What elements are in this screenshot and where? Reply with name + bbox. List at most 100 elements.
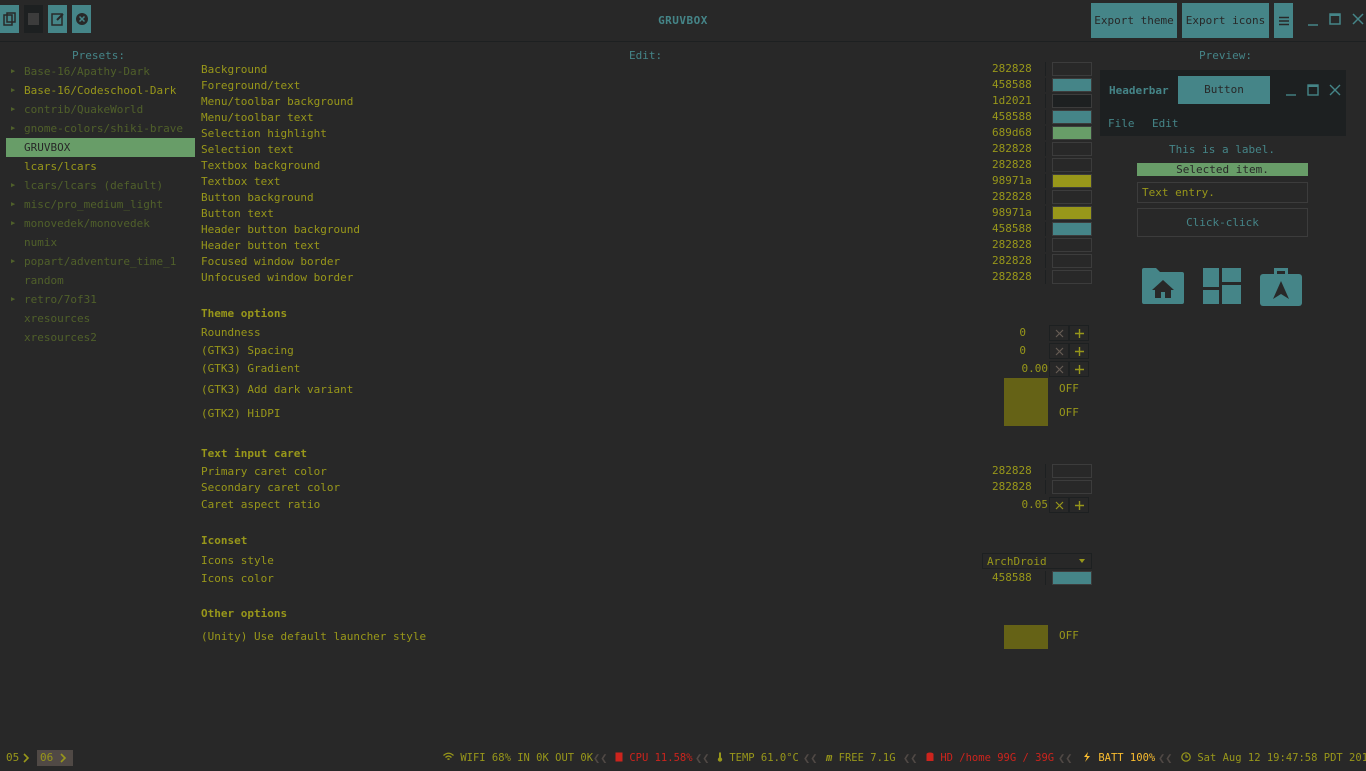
preview-selected-item[interactable]: Selected item.	[1137, 163, 1308, 176]
color-swatch-button[interactable]	[1052, 126, 1092, 140]
decrease-button[interactable]	[1049, 325, 1069, 341]
color-hex-field[interactable]: 458588	[989, 110, 1046, 124]
database-icon	[926, 752, 934, 761]
preset-item[interactable]: ▶ gnome-colors/shiki-brave	[6, 119, 195, 138]
color-hex-field[interactable]: 458588	[989, 78, 1046, 92]
color-hex-field[interactable]: 282828	[989, 254, 1046, 268]
preset-item[interactable]: ▶ retro/7of31	[6, 290, 195, 309]
export-theme-button[interactable]: Export theme	[1091, 3, 1177, 38]
expand-arrow-icon[interactable]: ▶	[11, 176, 15, 195]
color-swatch-button[interactable]	[1052, 270, 1092, 284]
color-hex-field[interactable]: 98971a	[989, 174, 1046, 188]
expand-arrow-icon[interactable]: ▶	[11, 119, 15, 138]
color-swatch-button[interactable]	[1052, 110, 1092, 124]
minimize-button[interactable]	[1307, 12, 1319, 29]
color-swatch-button[interactable]	[1052, 158, 1092, 172]
color-swatch-button[interactable]	[1052, 222, 1092, 236]
preview-minimize-icon[interactable]	[1285, 84, 1297, 99]
primary-caret-hex[interactable]: 282828	[989, 464, 1046, 478]
color-hex-field[interactable]: 282828	[989, 158, 1046, 172]
color-hex-field[interactable]: 1d2021	[989, 94, 1046, 108]
preview-menu-file[interactable]: File	[1108, 117, 1135, 130]
decrease-button[interactable]	[1049, 497, 1069, 513]
icons-color-hex[interactable]: 458588	[989, 571, 1046, 585]
preset-item[interactable]: ▶ Base-16/Codeschool-Dark	[6, 81, 195, 100]
rename-button[interactable]	[48, 5, 67, 33]
preset-item[interactable]: ▶ misc/pro_medium_light	[6, 195, 195, 214]
export-icons-button[interactable]: Export icons	[1182, 3, 1269, 38]
color-hex-field[interactable]: 282828	[989, 190, 1046, 204]
launcher-row: (Unity) Use default launcher style OFF	[201, 629, 1092, 645]
preview-click-button[interactable]: Click-click	[1137, 208, 1308, 237]
close-button[interactable]	[1352, 12, 1364, 29]
preset-item[interactable]: random	[6, 271, 195, 290]
color-swatch-button[interactable]	[1052, 62, 1092, 76]
increase-button[interactable]	[1069, 343, 1089, 359]
color-swatch-button[interactable]	[1052, 238, 1092, 252]
color-hex-field[interactable]: 458588	[989, 222, 1046, 236]
color-row: Button background 282828	[201, 190, 1092, 206]
increase-button[interactable]	[1069, 497, 1089, 513]
preview-maximize-icon[interactable]	[1307, 84, 1319, 99]
expand-arrow-icon[interactable]: ▶	[11, 195, 15, 214]
preview-text-entry[interactable]: Text entry.	[1137, 182, 1308, 203]
preset-item[interactable]: xresources	[6, 309, 195, 328]
preset-item[interactable]: ▶ popart/adventure_time_1	[6, 252, 195, 271]
color-hex-field[interactable]: 282828	[989, 238, 1046, 252]
icons-color-swatch[interactable]	[1052, 571, 1092, 585]
color-row: Textbox background 282828	[201, 158, 1092, 174]
preset-item[interactable]: GRUVBOX	[6, 138, 195, 157]
preset-item[interactable]: ▶ contrib/QuakeWorld	[6, 100, 195, 119]
plus-icon	[1074, 328, 1084, 338]
preset-item[interactable]: numix	[6, 233, 195, 252]
preset-item[interactable]: ▶ Base-16/Apathy-Dark	[6, 62, 195, 81]
gradient-value[interactable]: 0.00	[1022, 362, 1049, 375]
maximize-button[interactable]	[1329, 12, 1341, 29]
color-swatch-button[interactable]	[1052, 94, 1092, 108]
caret-ratio-value[interactable]: 0.05	[1022, 498, 1049, 511]
expand-arrow-icon[interactable]: ▶	[11, 290, 15, 309]
workspace-06[interactable]: 06	[37, 750, 73, 766]
expand-arrow-icon[interactable]: ▶	[11, 252, 15, 271]
preview-header-button[interactable]: Button	[1178, 76, 1270, 104]
launcher-toggle[interactable]: OFF	[1059, 629, 1079, 642]
preview-menu-edit[interactable]: Edit	[1152, 117, 1179, 130]
menu-button[interactable]	[1274, 3, 1293, 38]
expand-arrow-icon[interactable]: ▶	[11, 100, 15, 119]
remove-button[interactable]	[72, 5, 91, 33]
roundness-value[interactable]: 0	[1019, 326, 1026, 339]
preset-item[interactable]: lcars/lcars	[6, 157, 195, 176]
color-swatch-button[interactable]	[1052, 206, 1092, 220]
preset-item[interactable]: ▶ lcars/lcars (default)	[6, 176, 195, 195]
expand-arrow-icon[interactable]: ▶	[11, 62, 15, 81]
color-hex-field[interactable]: 282828	[989, 142, 1046, 156]
color-swatch-button[interactable]	[1052, 142, 1092, 156]
decrease-button[interactable]	[1049, 343, 1069, 359]
copy-button[interactable]	[0, 5, 19, 33]
spacing-value[interactable]: 0	[1019, 344, 1026, 357]
increase-button[interactable]	[1069, 361, 1089, 377]
color-swatch-button[interactable]	[1052, 254, 1092, 268]
color-swatch-button[interactable]	[1052, 174, 1092, 188]
preview-close-icon[interactable]	[1329, 84, 1341, 99]
expand-arrow-icon[interactable]: ▶	[11, 81, 15, 100]
hidpi-toggle[interactable]: OFF	[1059, 406, 1079, 419]
color-hex-field[interactable]: 98971a	[989, 206, 1046, 220]
icons-style-select[interactable]: ArchDroid	[982, 553, 1092, 569]
preset-item[interactable]: ▶ monovedek/monovedek	[6, 214, 195, 233]
decrease-button[interactable]	[1049, 361, 1069, 377]
secondary-caret-swatch[interactable]	[1052, 480, 1092, 494]
color-hex-field[interactable]: 282828	[989, 270, 1046, 284]
save-button[interactable]	[24, 5, 43, 33]
color-swatch-button[interactable]	[1052, 190, 1092, 204]
increase-button[interactable]	[1069, 325, 1089, 341]
color-hex-field[interactable]: 282828	[989, 62, 1046, 76]
preset-item[interactable]: xresources2	[6, 328, 195, 347]
workspace-05[interactable]: 05	[3, 750, 36, 766]
primary-caret-swatch[interactable]	[1052, 464, 1092, 478]
secondary-caret-hex[interactable]: 282828	[989, 480, 1046, 494]
dark-variant-toggle[interactable]: OFF	[1059, 382, 1079, 395]
color-swatch-button[interactable]	[1052, 78, 1092, 92]
expand-arrow-icon[interactable]: ▶	[11, 214, 15, 233]
color-hex-field[interactable]: 689d68	[989, 126, 1046, 140]
